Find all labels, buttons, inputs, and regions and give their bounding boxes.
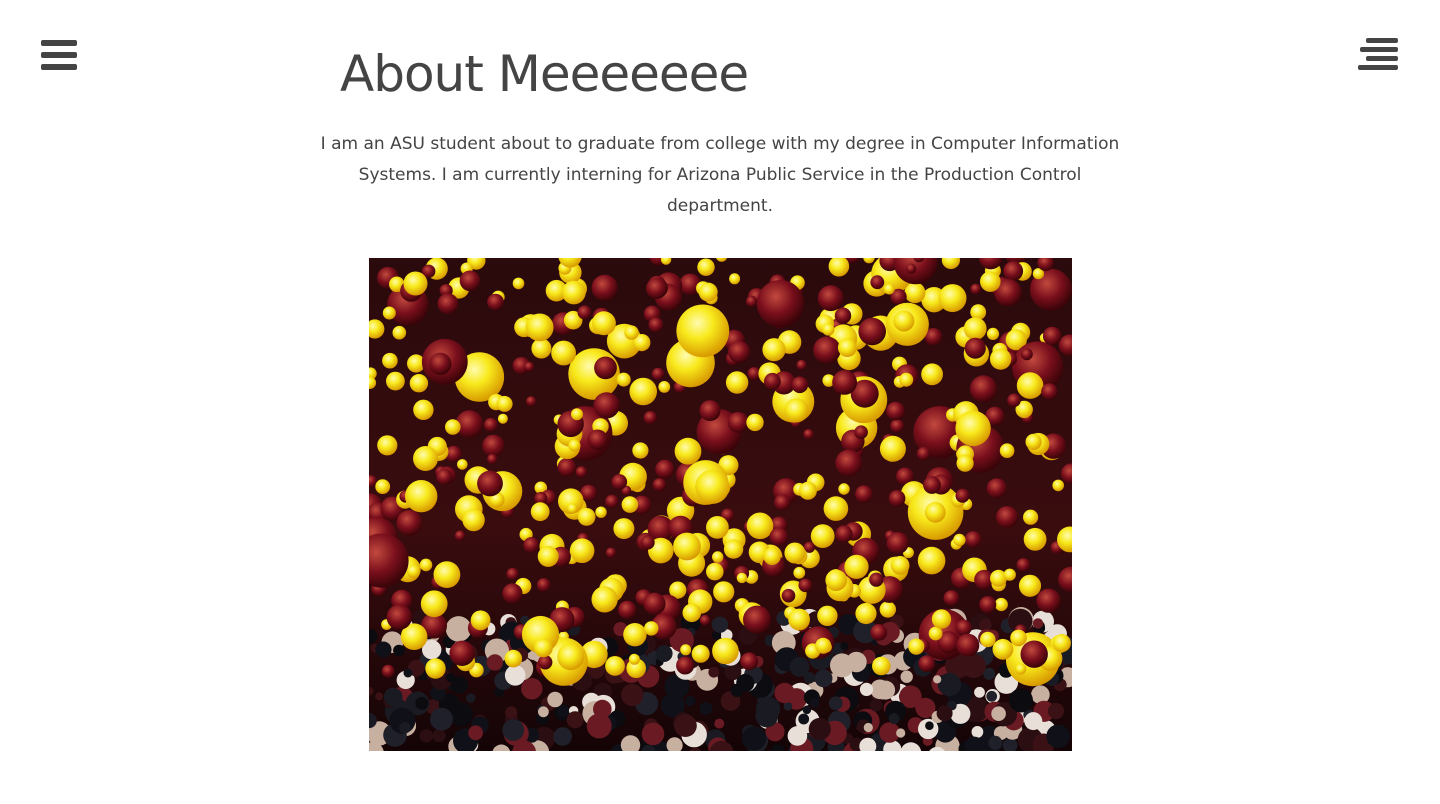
page: About Meeeeeee I am an ASU student about… bbox=[0, 0, 1440, 804]
hamburger-menu-icon[interactable] bbox=[41, 40, 77, 72]
align-right-menu-icon[interactable] bbox=[1356, 38, 1400, 72]
page-title: About Meeeeeee bbox=[340, 45, 749, 103]
intro-paragraph: I am an ASU student about to graduate fr… bbox=[320, 134, 1120, 216]
graduation-balloons-photo bbox=[369, 258, 1072, 751]
